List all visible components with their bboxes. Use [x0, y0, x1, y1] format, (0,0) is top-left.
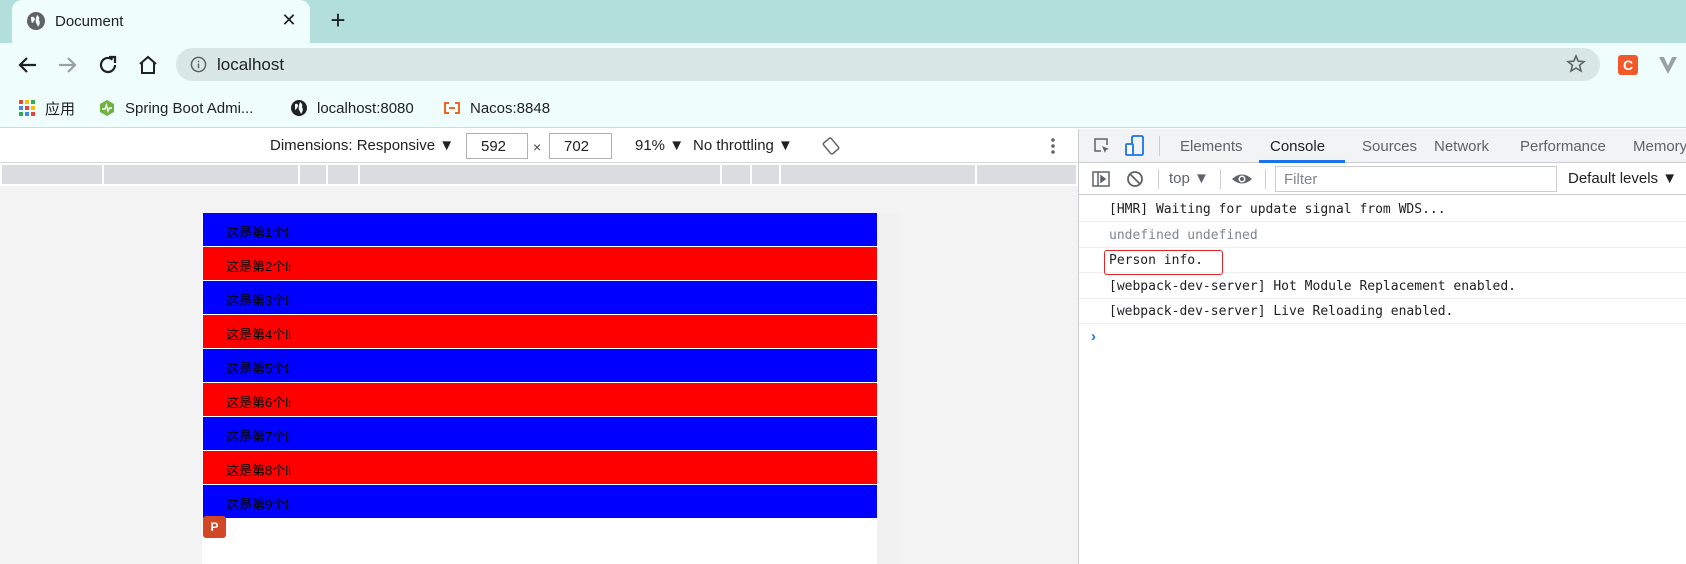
bookmark-label: localhost:8080	[317, 99, 414, 117]
bookmark-star-icon[interactable]	[1566, 54, 1586, 74]
bookmark-label: Spring Boot Admi...	[125, 99, 254, 117]
toolbar-separator	[1159, 136, 1160, 156]
console-log-text: [webpack-dev-server] Hot Module Replacem…	[1109, 278, 1516, 294]
width-input[interactable]: 592	[466, 133, 528, 159]
tab-memory[interactable]: Memory	[1633, 138, 1686, 155]
ruler-divider	[750, 165, 752, 184]
dimensions-dropdown[interactable]: Dimensions: Responsive ▼	[270, 137, 454, 154]
console-log-text: undefined undefined	[1109, 227, 1258, 243]
tab-console[interactable]: Console	[1270, 138, 1325, 155]
filter-input[interactable]: Filter	[1275, 166, 1557, 192]
tab-performance[interactable]: Performance	[1520, 138, 1606, 155]
home-icon[interactable]	[136, 53, 160, 77]
list-item: 这是第6个li	[203, 383, 877, 416]
log-levels-dropdown[interactable]: Default levels ▼	[1568, 170, 1677, 187]
globe-icon	[27, 12, 45, 30]
list-item: 这是第9个li	[203, 485, 877, 518]
ruler-divider	[358, 165, 360, 184]
globe-icon	[291, 100, 307, 116]
ruler-divider	[975, 165, 977, 184]
apps-grid-icon	[19, 100, 35, 116]
bookmark-label: 应用	[45, 100, 76, 118]
browser-toolbar: localhost C	[0, 43, 1686, 88]
forward-arrow-icon[interactable]	[55, 53, 79, 77]
ruler-divider	[779, 165, 781, 184]
console-log-entry: [webpack-dev-server] Hot Module Replacem…	[1079, 274, 1686, 299]
list-item: 这是第1个li	[203, 213, 877, 246]
inspect-element-icon[interactable]	[1093, 137, 1111, 155]
powerpoint-icon[interactable]: P	[203, 516, 226, 538]
console-log-text: [HMR] Waiting for update signal from WDS…	[1109, 202, 1446, 217]
list-item: 这是第8个li	[203, 451, 877, 484]
device-toolbar: Dimensions: Responsive ▼ 592 × 702 91% ▼…	[0, 129, 1078, 163]
devtools-panel: Elements Console Sources Network Perform…	[1078, 129, 1686, 564]
info-icon[interactable]	[190, 56, 207, 73]
device-toggle-icon[interactable]	[1125, 135, 1145, 157]
reload-icon[interactable]	[96, 53, 120, 77]
ruler-divider	[720, 165, 722, 184]
sidebar-toggle-icon[interactable]	[1092, 170, 1110, 188]
address-bar[interactable]: localhost	[176, 48, 1600, 81]
dimension-separator: ×	[533, 139, 542, 155]
page-scrollbar[interactable]	[877, 213, 899, 564]
new-tab-button[interactable]: +	[326, 7, 350, 33]
context-selector[interactable]: top ▼	[1169, 170, 1209, 187]
extension-c-icon[interactable]: C	[1618, 55, 1638, 75]
url-text[interactable]: localhost	[217, 55, 284, 75]
back-arrow-icon[interactable]	[16, 53, 40, 77]
list-item: 这是第5个li	[203, 349, 877, 382]
console-toolbar: top ▼ Filter Default levels ▼	[1079, 163, 1686, 195]
bookmark-spring-boot-admin[interactable]: Spring Boot Admi...	[98, 97, 253, 119]
more-options-icon[interactable]	[1049, 136, 1057, 156]
nacos-icon	[444, 102, 460, 114]
toolbar-separator	[1265, 169, 1266, 189]
console-log-entry: undefined undefined	[1079, 223, 1686, 248]
console-prompt[interactable]: ›	[1091, 328, 1096, 345]
list-item: 这是第7个li	[203, 417, 877, 450]
spring-boot-admin-icon	[100, 100, 114, 116]
tab-strip: Document ✕ +	[0, 0, 1686, 43]
clear-console-icon[interactable]	[1126, 170, 1144, 188]
toolbar-separator	[1158, 169, 1159, 189]
highlight-box	[1104, 250, 1223, 275]
bookmark-label: Nacos:8848	[470, 99, 551, 117]
toolbar-separator	[1220, 169, 1221, 189]
console-log-text: [webpack-dev-server] Live Reloading enab…	[1109, 304, 1454, 319]
media-query-ruler[interactable]	[2, 165, 1076, 184]
ruler-divider	[102, 165, 104, 184]
zoom-dropdown[interactable]: 91% ▼	[635, 137, 684, 154]
console-log-entry: Person info.	[1079, 248, 1686, 275]
throttling-dropdown[interactable]: No throttling ▼	[693, 137, 793, 154]
eye-icon[interactable]	[1231, 170, 1253, 188]
bookmark-apps[interactable]: 应用	[18, 97, 75, 119]
close-icon[interactable]: ✕	[280, 11, 298, 29]
ruler-divider	[326, 165, 328, 184]
tab-title: Document	[55, 13, 124, 30]
devtools-tab-bar: Elements Console Sources Network Perform…	[1079, 129, 1686, 163]
bookmark-nacos[interactable]: Nacos:8848	[443, 97, 550, 119]
list-item: 这是第2个li	[203, 247, 877, 280]
bookmarks-bar: 应用 Spring Boot Admi... localhost:8080 Na…	[0, 88, 1686, 128]
list-item: 这是第3个li	[203, 281, 877, 314]
console-log-entry: [webpack-dev-server] Live Reloading enab…	[1079, 299, 1686, 324]
height-input[interactable]: 702	[549, 133, 612, 159]
console-log-entry: [HMR] Waiting for update signal from WDS…	[1079, 197, 1686, 222]
tab-network[interactable]: Network	[1434, 138, 1489, 155]
rotate-icon[interactable]	[822, 137, 840, 155]
extension-v-icon[interactable]	[1658, 54, 1678, 76]
browser-tab[interactable]: Document ✕	[12, 0, 310, 43]
tab-sources[interactable]: Sources	[1362, 138, 1417, 155]
list-item: 这是第4个li	[203, 315, 877, 348]
bookmark-localhost-8080[interactable]: localhost:8080	[290, 97, 414, 119]
tab-elements[interactable]: Elements	[1180, 138, 1243, 155]
ruler-divider	[298, 165, 300, 184]
